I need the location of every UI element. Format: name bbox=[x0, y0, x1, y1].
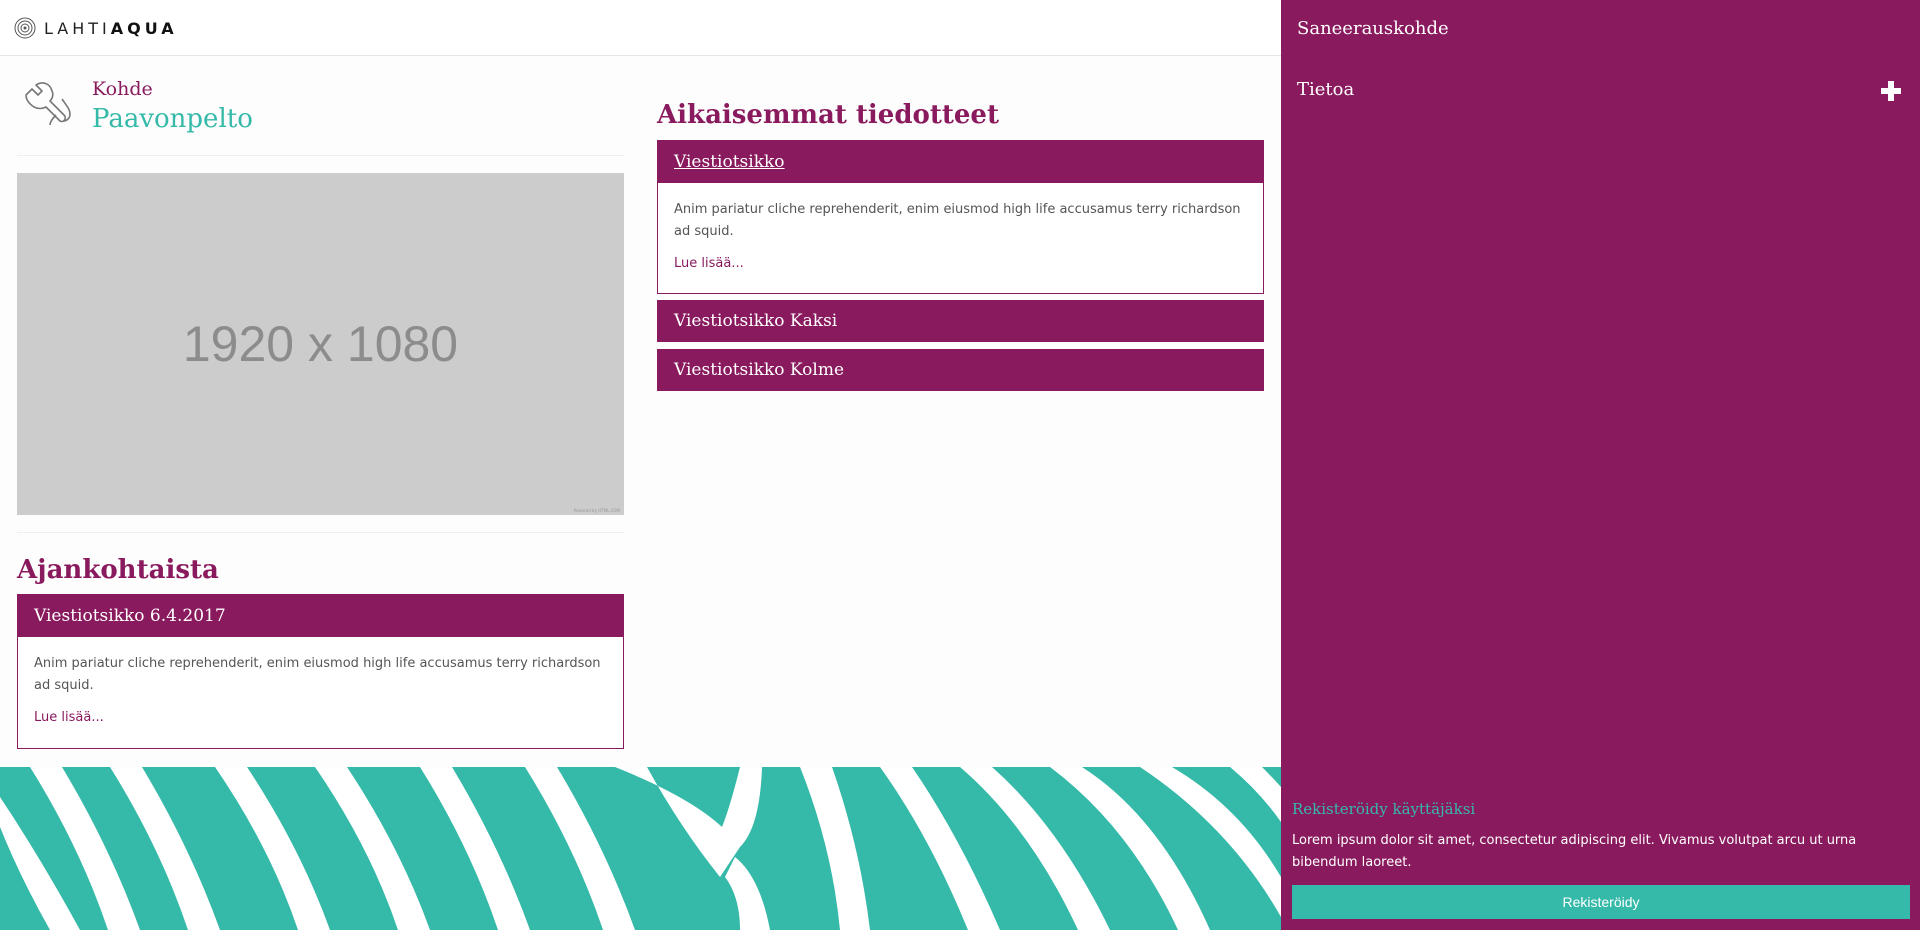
news-card-text: Anim pariatur cliche reprehenderit, enim… bbox=[34, 656, 601, 693]
accordion-item-open: Viestiotsikko Anim pariatur cliche repre… bbox=[657, 140, 1264, 294]
top-header: LAHTIAQUA bbox=[0, 0, 1281, 56]
kohde-name: Paavonpelto bbox=[92, 104, 253, 134]
stripes-pattern bbox=[0, 767, 1281, 930]
read-more-link[interactable]: Lue lisää... bbox=[674, 253, 744, 275]
kohde-label: Kohde bbox=[92, 78, 153, 100]
ajankohtaista-heading: Ajankohtaista bbox=[17, 555, 219, 585]
accordion-title[interactable]: Viestiotsikko bbox=[674, 152, 785, 172]
aikaisemmat-heading: Aikaisemmat tiedotteet bbox=[657, 100, 999, 130]
placeholder-note: Powered by HTML.COM bbox=[573, 508, 620, 513]
register-text: Lorem ipsum dolor sit amet, consectetur … bbox=[1292, 833, 1857, 870]
accordion-header[interactable]: Viestiotsikko bbox=[658, 141, 1263, 183]
sidebar-section-tietoa[interactable]: Tietoa bbox=[1297, 79, 1354, 100]
news-card: Viestiotsikko 6.4.2017 Anim pariatur cli… bbox=[17, 594, 624, 749]
read-more-link[interactable]: Lue lisää... bbox=[34, 707, 104, 729]
logo-text: LAHTIAQUA bbox=[44, 19, 178, 38]
accordion-body: Anim pariatur cliche reprehenderit, enim… bbox=[658, 183, 1263, 287]
image-placeholder: 1920 x 1080 Powered by HTML.COM bbox=[17, 173, 624, 515]
news-card-title[interactable]: Viestiotsikko 6.4.2017 bbox=[18, 595, 623, 637]
wrench-drop-icon bbox=[25, 82, 71, 126]
accordion-item-kaksi[interactable]: Viestiotsikko Kaksi bbox=[657, 300, 1264, 342]
divider bbox=[17, 532, 624, 533]
kohde-block: Kohde Paavonpelto bbox=[17, 76, 624, 156]
lahti-aqua-logo[interactable]: LAHTIAQUA bbox=[14, 17, 178, 39]
register-button[interactable]: Rekisteröidy bbox=[1292, 885, 1910, 919]
register-title: Rekisteröidy käyttäjäksi bbox=[1292, 800, 1476, 818]
logo-text-bold: AQUA bbox=[110, 18, 178, 38]
decorative-stripes bbox=[0, 767, 1281, 930]
accordion-item-kolme[interactable]: Viestiotsikko Kolme bbox=[657, 349, 1264, 391]
news-card-body: Anim pariatur cliche reprehenderit, enim… bbox=[18, 637, 623, 741]
sidebar: Saneerauskohde Tietoa Rekisteröidy käytt… bbox=[1281, 0, 1920, 930]
plus-icon[interactable] bbox=[1880, 80, 1902, 102]
sidebar-title: Saneerauskohde bbox=[1297, 18, 1449, 39]
concentric-circles-icon bbox=[14, 17, 36, 39]
logo-text-light: LAHTI bbox=[44, 18, 111, 38]
placeholder-text: 1920 x 1080 bbox=[182, 316, 459, 372]
accordion-text: Anim pariatur cliche reprehenderit, enim… bbox=[674, 202, 1241, 239]
